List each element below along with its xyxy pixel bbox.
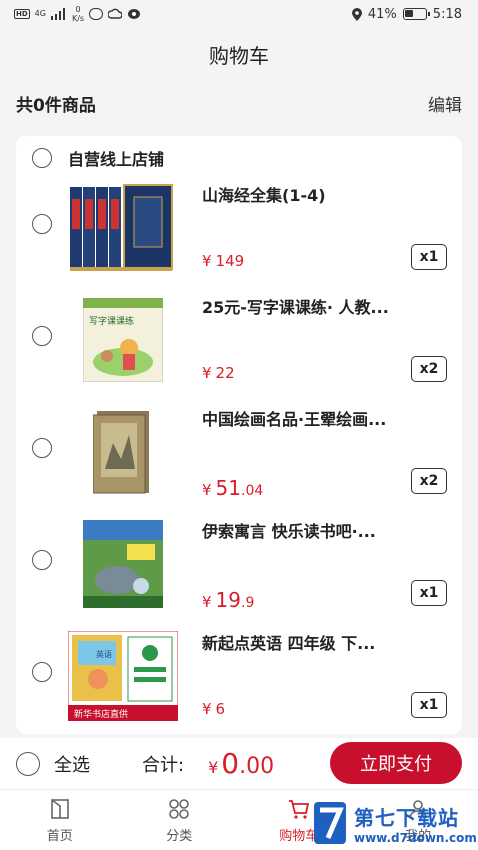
- shop-header: 自营线上店铺: [16, 144, 164, 172]
- network-speed-unit: K/s: [71, 14, 85, 23]
- edit-button[interactable]: 编辑: [428, 91, 462, 116]
- product-image[interactable]: [68, 180, 178, 276]
- workbook-cover-title: 写字课课练: [89, 315, 134, 327]
- total-label: 合计:: [142, 754, 185, 776]
- eye-icon: [128, 9, 141, 19]
- item-select-radio[interactable]: [32, 438, 52, 458]
- cart-icon: [288, 799, 309, 819]
- location-icon: [351, 7, 362, 21]
- grid-icon: [169, 798, 190, 819]
- product-image[interactable]: [68, 404, 178, 500]
- watermark-logo-icon: [314, 802, 346, 844]
- site-watermark: 第七下载站 www.d7down.com: [312, 796, 478, 850]
- total-currency: ¥: [208, 758, 219, 777]
- select-all-radio[interactable]: [16, 751, 40, 776]
- price-currency: ¥: [202, 700, 212, 718]
- total-decimal: .00: [239, 754, 275, 779]
- signal-icon: [50, 8, 65, 20]
- english-book-brand: 新华书店直供: [74, 708, 128, 720]
- price-integer: 22: [215, 364, 235, 382]
- product-price: ¥6: [202, 700, 225, 718]
- watermark-url: www.d7down.com: [354, 830, 477, 845]
- item-select-radio[interactable]: [32, 326, 52, 346]
- product-title[interactable]: 山海经全集(1-4): [202, 182, 442, 206]
- total-amount: ¥0.00: [208, 747, 274, 780]
- workbook-cover-icon: 写字课课练: [83, 298, 163, 382]
- price-integer: 6: [215, 700, 226, 718]
- network-type: 4G: [34, 9, 46, 18]
- item-select-radio[interactable]: [32, 662, 52, 682]
- english-book-tag: 英语: [96, 649, 112, 659]
- product-price: ¥149: [202, 252, 244, 270]
- price-currency: ¥: [202, 481, 212, 499]
- item-select-radio[interactable]: [32, 214, 52, 234]
- product-title[interactable]: 伊索寓言 快乐读书吧·...: [202, 518, 442, 542]
- checkout-bar: 全选 合计: ¥0.00 立即支付: [0, 738, 478, 790]
- price-currency: ¥: [202, 364, 212, 382]
- product-image[interactable]: 英语 新华书店直供: [68, 628, 178, 724]
- price-integer: 149: [215, 252, 245, 270]
- cart-item[interactable]: 伊索寓言 快乐读书吧·... ¥19.9 x1: [16, 516, 462, 628]
- product-image[interactable]: [68, 516, 178, 612]
- cloud-icon: [108, 8, 123, 19]
- tab-category[interactable]: 分类: [120, 790, 240, 850]
- cart-item[interactable]: 写字课课练 25元-写字课课练· 人教... ¥22 x2: [16, 292, 462, 404]
- quantity-badge[interactable]: x1: [411, 580, 447, 606]
- product-title[interactable]: 中国绘画名品·王翚绘画...: [202, 406, 442, 430]
- price-integer: 51: [215, 476, 241, 500]
- shop-card: 自营线上店铺 山海经全集(1-4) ¥149 x1 写字课课练 25元-写字课课…: [16, 136, 462, 734]
- painting-book-cover-icon: [93, 411, 149, 494]
- tab-label: 首页: [46, 828, 73, 844]
- item-count: 共0件商品: [16, 95, 96, 116]
- quantity-badge[interactable]: x2: [411, 356, 447, 382]
- total-integer: 0: [221, 747, 240, 780]
- book-icon: [50, 798, 69, 819]
- price-currency: ¥: [202, 593, 212, 611]
- network-speed-value: 0: [75, 5, 81, 14]
- product-price: ¥19.9: [202, 588, 254, 612]
- price-decimal: .04: [241, 483, 264, 499]
- product-image[interactable]: 写字课课练: [68, 292, 178, 388]
- english-book-cover-icon: 英语 新华书店直供: [68, 631, 178, 721]
- watermark-name: 第七下载站: [354, 805, 459, 830]
- product-title[interactable]: 新起点英语 四年级 下...: [202, 630, 442, 654]
- status-bar: HD 4G 0 K/s 41% 5:18: [0, 0, 478, 28]
- battery-percent: 41%: [367, 6, 397, 22]
- select-all-label[interactable]: 全选: [54, 751, 90, 777]
- quantity-badge[interactable]: x2: [411, 468, 447, 494]
- price-decimal: .9: [241, 595, 255, 611]
- quantity-badge[interactable]: x1: [411, 692, 447, 718]
- cart-summary: 共0件商品 编辑: [0, 86, 478, 120]
- cart-item[interactable]: 中国绘画名品·王翚绘画... ¥51.04 x2: [16, 404, 462, 516]
- book-set-cover-icon: [70, 184, 173, 271]
- price-integer: 19: [215, 588, 241, 612]
- battery-fill: [404, 10, 413, 17]
- product-price: ¥51.04: [202, 476, 263, 500]
- quantity-badge[interactable]: x1: [411, 244, 447, 270]
- hd-badge: HD: [14, 9, 30, 19]
- page-header: 购物车: [0, 28, 478, 80]
- app-notification-icon: [89, 8, 104, 20]
- shop-name: 自营线上店铺: [68, 150, 165, 169]
- product-price: ¥22: [202, 364, 235, 382]
- cart-item[interactable]: 英语 新华书店直供 新起点英语 四年级 下... ¥6 x1: [16, 628, 462, 734]
- product-title[interactable]: 25元-写字课课练· 人教...: [202, 294, 442, 318]
- clock: 5:18: [432, 6, 462, 22]
- shop-select-radio[interactable]: [32, 148, 52, 168]
- battery-icon: [402, 8, 430, 20]
- pay-now-button[interactable]: 立即支付: [330, 742, 462, 784]
- fable-book-cover-icon: [83, 520, 163, 608]
- tab-home[interactable]: 首页: [0, 790, 120, 850]
- page-title: 购物车: [209, 43, 269, 68]
- cart-item[interactable]: 山海经全集(1-4) ¥149 x1: [16, 180, 462, 292]
- network-speed: 0 K/s: [72, 5, 84, 23]
- tab-label: 分类: [166, 828, 193, 844]
- item-select-radio[interactable]: [32, 550, 52, 570]
- price-currency: ¥: [202, 252, 212, 270]
